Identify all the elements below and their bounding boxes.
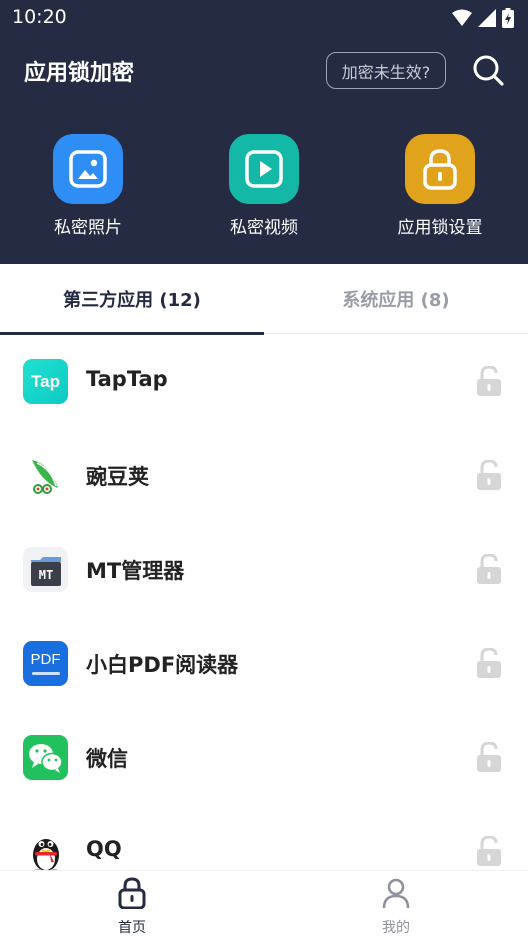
taptap-icon: Tap xyxy=(23,359,68,404)
app-list: Tap TapTap 豌豆荚 MT MT管理器 PDF 小白PDF阅读器 微信 xyxy=(0,334,528,870)
unlocked-padlock-icon[interactable] xyxy=(476,648,502,678)
tab-label: 第三方应用 (12) xyxy=(63,290,201,311)
pdf-reader-icon: PDF xyxy=(23,641,68,686)
unlocked-padlock-icon[interactable] xyxy=(476,366,502,396)
quick-action-label: 应用锁设置 xyxy=(397,218,483,238)
nav-item-home[interactable]: 首页 xyxy=(0,871,264,939)
bottom-navigation: 首页 我的 xyxy=(0,870,528,939)
unlocked-padlock-icon[interactable] xyxy=(476,554,502,584)
app-name: TapTap xyxy=(86,367,168,391)
video-play-icon xyxy=(245,150,283,188)
app-name: 小白PDF阅读器 xyxy=(86,653,239,677)
unlocked-padlock-icon[interactable] xyxy=(476,460,502,490)
app-name: QQ xyxy=(86,837,122,861)
search-button[interactable] xyxy=(470,52,506,88)
list-item[interactable]: Tap TapTap xyxy=(0,334,528,428)
quick-action-icon-bg xyxy=(229,134,299,204)
qq-icon xyxy=(23,829,68,870)
wechat-icon xyxy=(23,735,68,780)
list-item[interactable]: QQ xyxy=(0,804,528,870)
photo-icon xyxy=(69,150,107,188)
unlocked-padlock-icon[interactable] xyxy=(476,742,502,772)
nav-item-mine[interactable]: 我的 xyxy=(264,871,528,939)
quick-action-private-videos[interactable]: 私密视频 xyxy=(204,134,324,238)
app-category-tabs: 第三方应用 (12) 系统应用 (8) xyxy=(0,264,528,335)
person-icon xyxy=(382,878,410,909)
quick-action-label: 私密照片 xyxy=(54,218,122,238)
battery-icon xyxy=(502,8,514,28)
quick-action-icon-bg xyxy=(405,134,475,204)
status-time: 10:20 xyxy=(12,6,67,28)
tab-label: 系统应用 (8) xyxy=(342,290,450,311)
quick-action-icon-bg xyxy=(53,134,123,204)
list-item[interactable]: 微信 xyxy=(0,710,528,804)
lock-icon xyxy=(118,877,146,909)
quick-action-private-photos[interactable]: 私密照片 xyxy=(28,134,148,238)
status-bar: 10:20 xyxy=(0,0,528,36)
nav-label: 首页 xyxy=(118,920,146,936)
app-name: 豌豆荚 xyxy=(86,465,149,489)
wifi-icon xyxy=(452,9,472,26)
status-icons xyxy=(452,7,514,29)
header: 10:20 应用锁加密 加密未生效? 私密照片 私密视频 应用锁设置 xyxy=(0,0,528,264)
mt-manager-icon: MT xyxy=(23,547,68,592)
search-icon xyxy=(473,55,504,86)
tab-third-party-apps[interactable]: 第三方应用 (12) xyxy=(0,264,264,335)
app-name: 微信 xyxy=(86,747,128,771)
svg-text:MT: MT xyxy=(38,568,52,582)
wandoujia-icon xyxy=(23,453,68,498)
quick-action-lock-settings[interactable]: 应用锁设置 xyxy=(380,134,500,238)
list-item[interactable]: PDF 小白PDF阅读器 xyxy=(0,616,528,710)
unlocked-padlock-icon[interactable] xyxy=(476,836,502,866)
lock-settings-icon xyxy=(423,149,457,190)
signal-icon xyxy=(478,9,496,27)
nav-label: 我的 xyxy=(382,920,410,936)
app-name: MT管理器 xyxy=(86,559,185,583)
list-item[interactable]: 豌豆荚 xyxy=(0,428,528,522)
encryption-hint-button[interactable]: 加密未生效? xyxy=(326,52,446,89)
page-title: 应用锁加密 xyxy=(24,61,135,86)
list-item[interactable]: MT MT管理器 xyxy=(0,522,528,616)
tab-system-apps[interactable]: 系统应用 (8) xyxy=(264,264,528,334)
quick-action-label: 私密视频 xyxy=(230,218,298,238)
